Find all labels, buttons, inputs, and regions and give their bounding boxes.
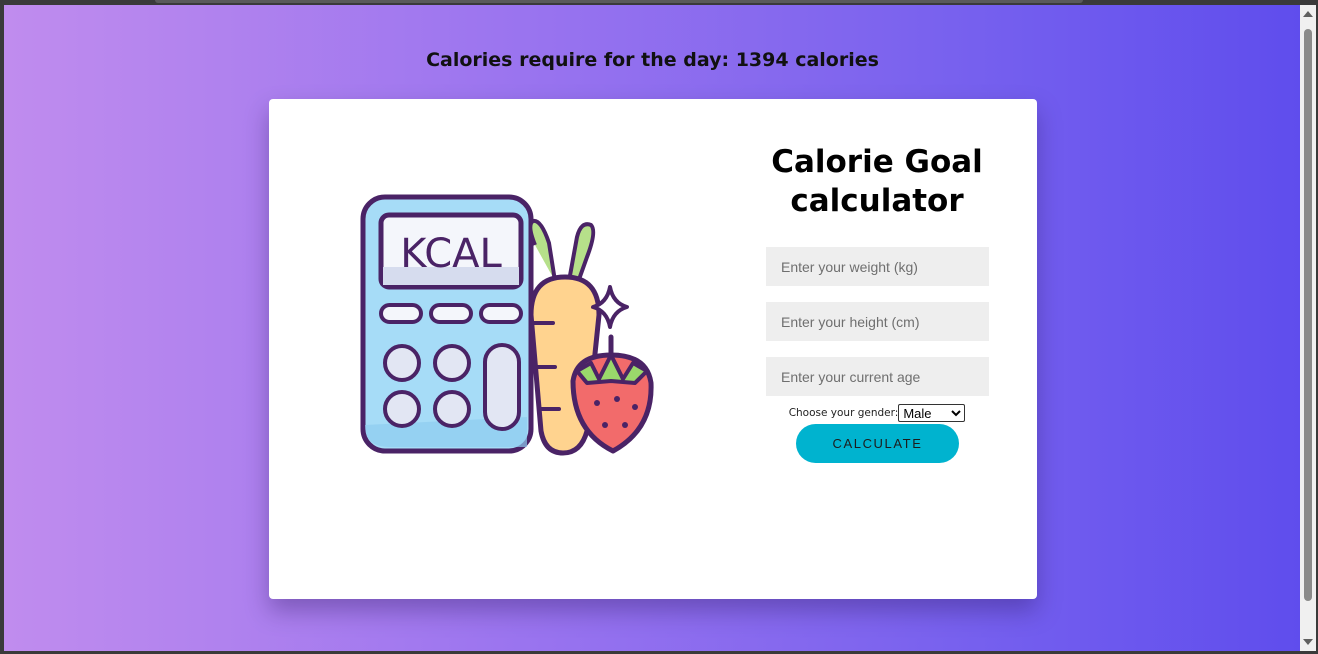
page-scrollbar[interactable] (1300, 5, 1316, 651)
browser-top-bar (155, 0, 1083, 3)
kcal-display-text: KCAL (400, 231, 502, 277)
gender-row: Choose your gender: Male (749, 404, 1005, 422)
calculator-card: KCAL Calorie Goal calculator Enter your … (269, 99, 1037, 599)
scroll-down-arrow-icon[interactable] (1303, 639, 1313, 645)
calculate-button[interactable]: CALCULATE (796, 424, 959, 463)
calculator-vegetables-illustration: KCAL (360, 194, 654, 456)
page-viewport: Calories require for the day: 1394 calor… (4, 5, 1300, 651)
gender-label: Choose your gender: (788, 407, 899, 419)
scroll-up-arrow-icon[interactable] (1303, 11, 1313, 17)
weight-input[interactable] (766, 247, 989, 286)
age-input[interactable] (766, 357, 989, 396)
scroll-thumb[interactable] (1304, 29, 1312, 601)
page-title: Calorie Goal calculator (771, 144, 983, 219)
calorie-result: Calories require for the day: 1394 calor… (426, 49, 879, 71)
height-input[interactable] (766, 302, 989, 341)
gender-select[interactable]: Male (898, 404, 966, 422)
